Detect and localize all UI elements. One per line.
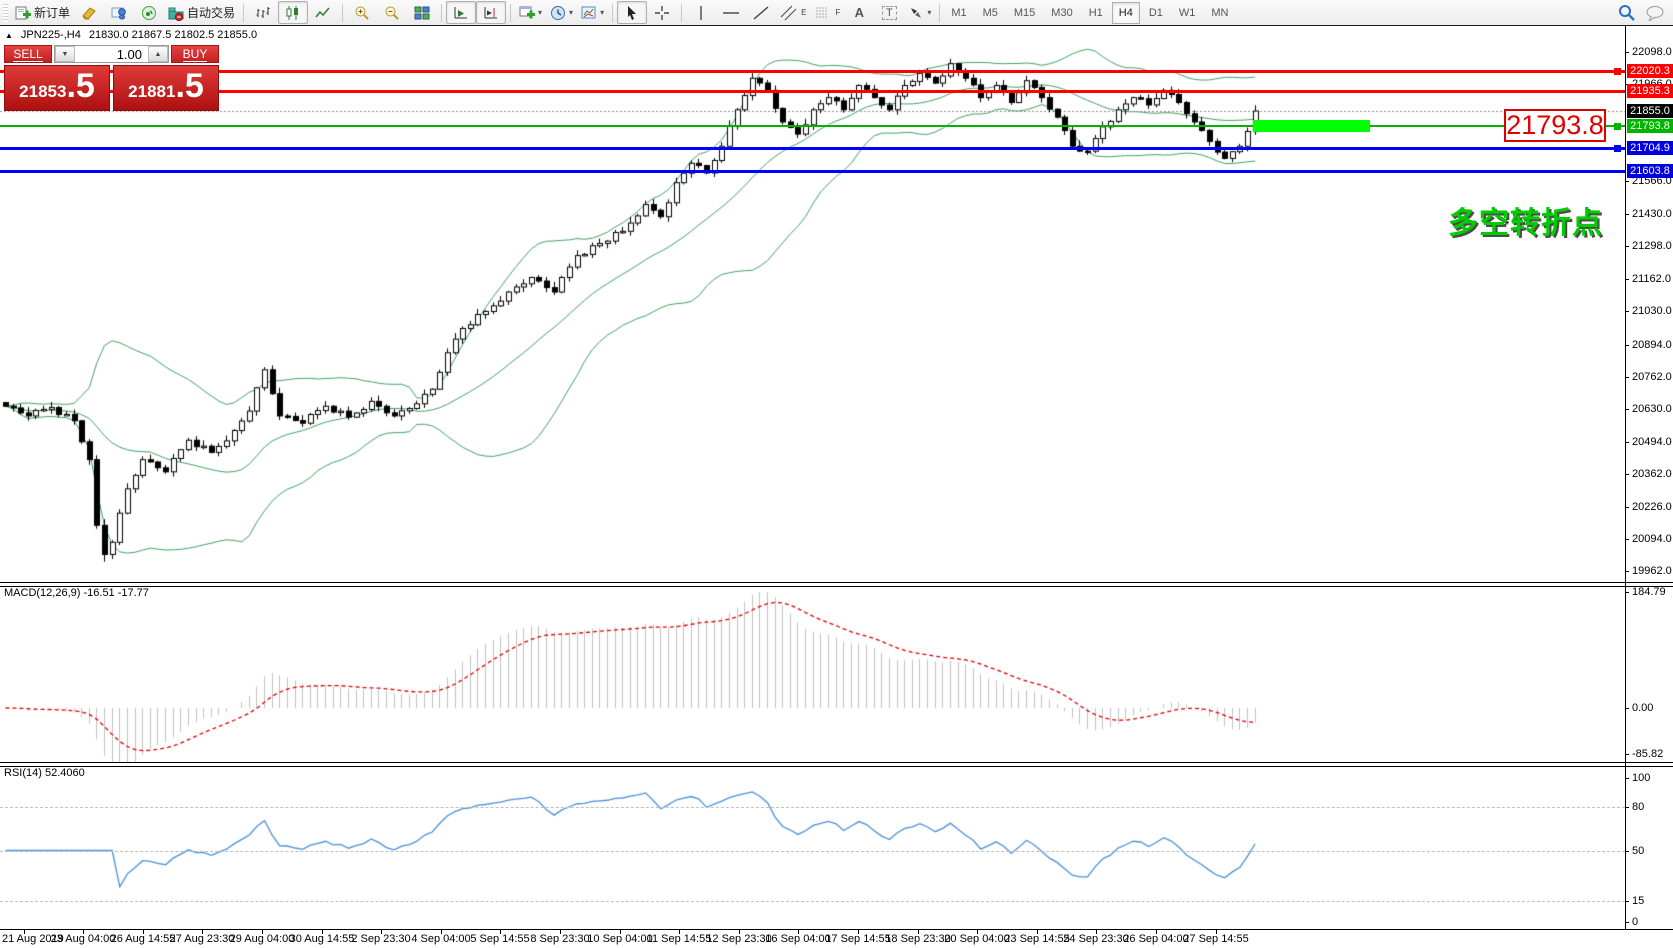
price-axis-line [1625,26,1626,930]
time-axis-label[interactable]: 23 Aug 04:00 [51,933,116,945]
horizontal-line-21793.8[interactable] [0,125,1625,127]
time-axis-separator [0,929,1673,930]
volume-increase-button[interactable]: ▲ [148,46,168,62]
macd-label: MACD(12,26,9) -16.51 -17.77 [4,587,149,599]
time-axis-label[interactable]: 20 Sep 04:00 [944,933,1009,945]
macd-pane-separator[interactable] [0,582,1673,587]
rsi-label: RSI(14) 52.4060 [4,767,85,779]
collapse-panel-icon[interactable]: ▲ [5,31,13,40]
horizontal-line-21704.9[interactable] [0,147,1625,150]
rsi-name: RSI(14) [4,767,42,779]
time-axis-label[interactable]: 16 Sep 04:00 [765,933,830,945]
price-axis-box-21603.8: 21603.8 [1627,164,1673,178]
sell-button-label: SELL [13,47,42,62]
sell-price-box[interactable]: 21853 .5 [4,65,110,111]
horizontal-line-21935.3[interactable] [0,90,1625,93]
sell-price-main: 21853 [19,70,66,102]
price-axis-box-21704.9: 21704.9 [1627,141,1673,155]
macd-name: MACD(12,26,9) [4,587,80,599]
rsi-value: 52.4060 [45,767,85,779]
price-callout-label[interactable]: 21793.8 [1504,109,1606,142]
buy-price-main: 21881 [128,70,175,102]
price-tick-label: 20762.0 [1632,371,1672,383]
time-axis-label[interactable]: 27 Sep 14:55 [1183,933,1248,945]
rsi-tick-label: 0 [1632,916,1638,928]
chart-canvas[interactable] [0,0,1673,948]
price-tick-label: 20094.0 [1632,533,1672,545]
buy-button-label: BUY [183,47,208,62]
horizontal-line-21603.8[interactable] [0,170,1625,173]
horizontal-line-22020.3[interactable] [0,70,1625,73]
buy-button[interactable]: BUY [171,45,219,63]
time-axis-label[interactable]: 8 Sep 23:30 [530,933,589,945]
price-tick-label: 19962.0 [1632,565,1672,577]
chinese-annotation-text[interactable]: 多空转折点 [1448,198,1603,242]
macd-values: -16.51 -17.77 [83,587,148,599]
time-axis-label[interactable]: 26 Sep 04:00 [1123,933,1188,945]
chart-window: 22098.021966.021566.021430.021298.021162… [0,26,1673,948]
buy-price-box[interactable]: 21881 .5 [113,65,219,111]
time-axis-label[interactable]: 2 Sep 23:30 [351,933,410,945]
symbol-info-line: ▲ JPN225-,H4 21830.0 21867.5 21802.5 218… [5,29,257,41]
line-handle-21793.8[interactable] [1614,123,1621,130]
sell-price-fraction: .5 [66,66,94,106]
time-axis-label[interactable]: 18 Sep 23:30 [885,933,950,945]
price-tick-label: 22098.0 [1632,46,1672,58]
price-tick-label: 21162.0 [1632,273,1671,285]
rsi-tick-label: 50 [1632,845,1644,857]
price-tick-label: 21298.0 [1632,240,1672,252]
price-tick-label: 21030.0 [1632,305,1672,317]
rsi-tick-label: 80 [1632,801,1644,813]
time-axis-label[interactable]: 27 Aug 23:30 [170,933,235,945]
symbol-period-label: JPN225-,H4 [21,29,81,41]
one-click-trading-panel: SELL ▼ ▲ BUY 21853 .5 21881 .5 [4,45,219,113]
time-axis-label[interactable]: 23 Sep 14:55 [1004,933,1069,945]
volume-decrease-button[interactable]: ▼ [55,46,75,62]
price-axis-box-21855.0: 21855.0 [1627,104,1673,118]
time-axis-label[interactable]: 26 Aug 14:55 [111,933,176,945]
buy-price-fraction: .5 [175,66,203,106]
line-handle-21704.9[interactable] [1614,145,1621,152]
price-tick-label: 20494.0 [1632,436,1672,448]
ohlc-values: 21830.0 21867.5 21802.5 21855.0 [89,29,257,41]
time-axis-label[interactable]: 24 Sep 23:30 [1063,933,1128,945]
macd-tick-label: 0.00 [1632,702,1653,714]
price-tick-label: 20894.0 [1632,339,1672,351]
line-handle-22020.3[interactable] [1614,68,1621,75]
time-axis-label[interactable]: 4 Sep 04:00 [411,933,470,945]
price-callout-text: 21793.8 [1506,110,1604,141]
volume-input[interactable] [75,46,148,62]
rsi-pane-separator[interactable] [0,762,1673,767]
rsi-tick-label: 15 [1632,895,1644,907]
rsi-level-line [0,807,1625,808]
price-tick-label: 21430.0 [1632,208,1672,220]
time-axis-label[interactable]: 17 Sep 14:55 [825,933,890,945]
price-tick-label: 20362.0 [1632,468,1672,480]
macd-tick-label: -85.82 [1632,748,1663,760]
price-tick-label: 20630.0 [1632,403,1672,415]
price-axis-box-21935.3: 21935.3 [1627,84,1673,98]
volume-stepper: ▼ ▲ [54,45,169,63]
trading-platform-window: { "toolbar": { "new_order_label": "新订单",… [0,0,1673,948]
price-tick-label: 20226.0 [1632,501,1672,513]
time-axis-label[interactable]: 29 Aug 04:00 [230,933,295,945]
macd-tick-label: 184.79 [1632,586,1666,598]
green-highlight-rectangle[interactable] [1253,120,1370,132]
rsi-level-line [0,901,1625,902]
time-axis-label[interactable]: 10 Sep 04:00 [587,933,652,945]
time-axis-label[interactable]: 12 Sep 23:30 [706,933,771,945]
sell-button[interactable]: SELL [4,45,52,63]
price-axis-box-22020.3: 22020.3 [1627,64,1673,78]
rsi-level-line [0,851,1625,852]
rsi-tick-label: 100 [1632,772,1650,784]
time-axis-label[interactable]: 11 Sep 14:55 [647,933,712,945]
time-axis-label[interactable]: 30 Aug 14:55 [290,933,355,945]
price-axis-box-21793.8: 21793.8 [1627,119,1673,133]
time-axis-label[interactable]: 5 Sep 14:55 [470,933,529,945]
